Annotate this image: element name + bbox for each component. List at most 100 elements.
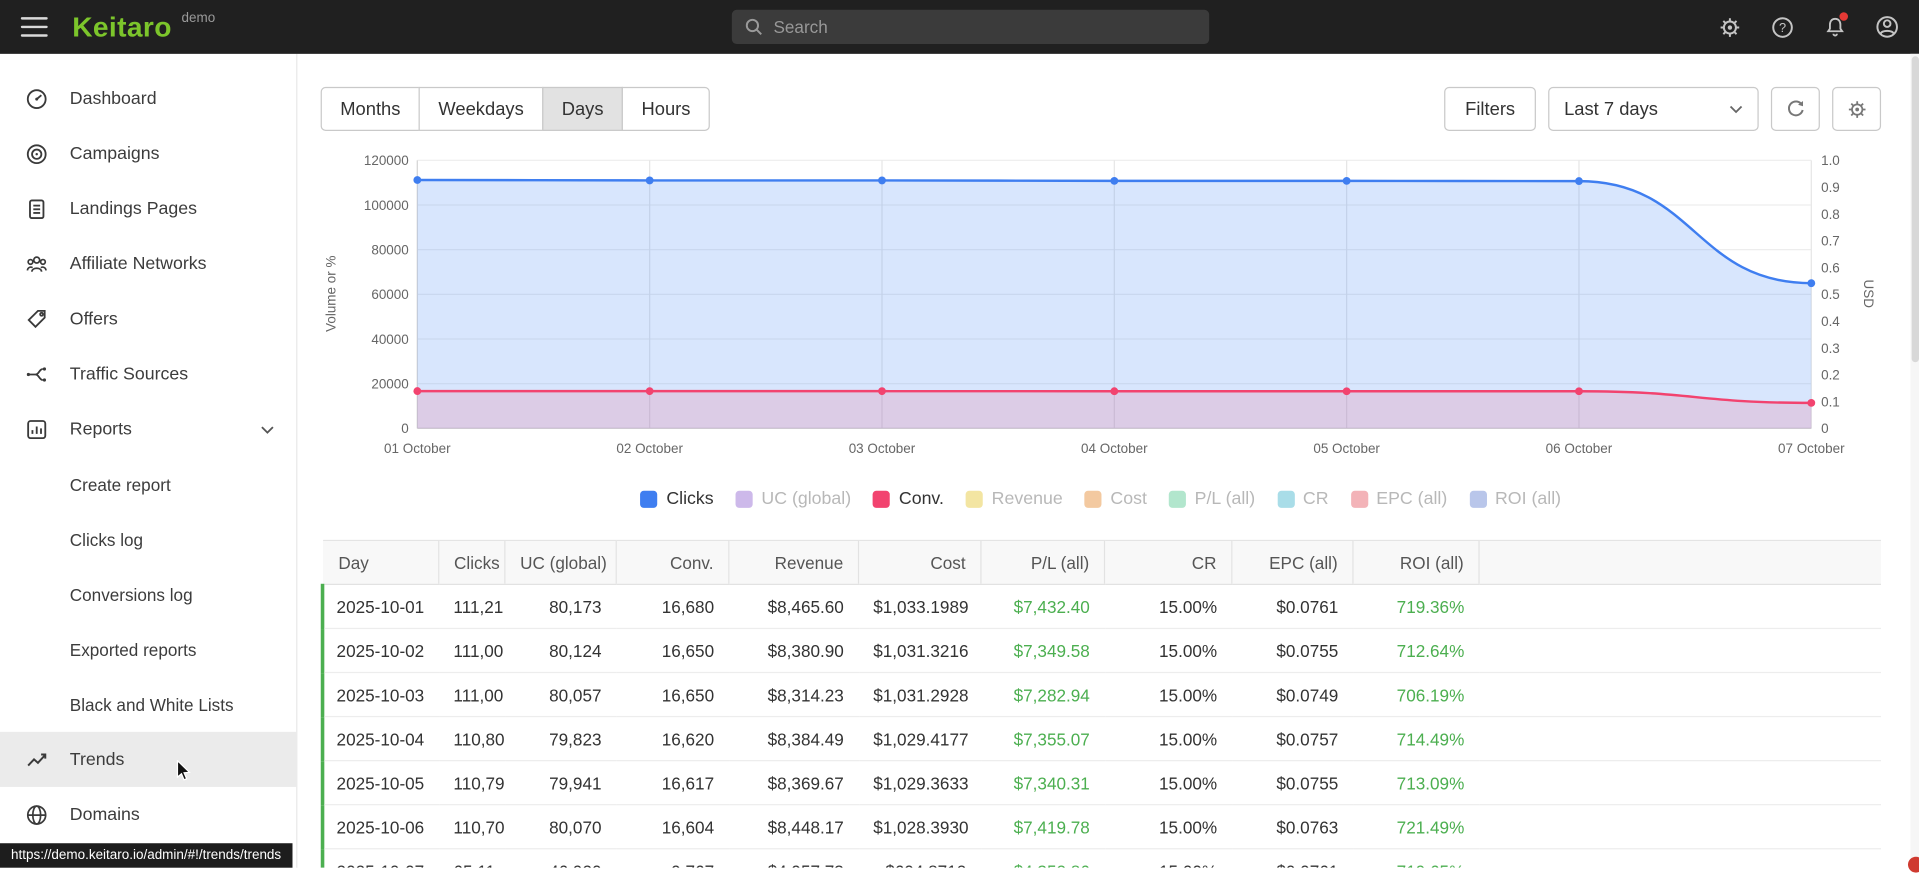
sidebar-item-label: Affiliate Networks [69, 253, 207, 274]
sidebar-item-label: Traffic Sources [69, 364, 189, 384]
legend-item-cr[interactable]: CR [1277, 490, 1329, 509]
sidebar-item-domains[interactable]: Domains [0, 787, 296, 842]
table-header-filler [1478, 539, 1882, 586]
table-cell: $1,031.2928 [858, 672, 981, 718]
settings-gear-icon[interactable] [1717, 15, 1741, 39]
sidebar-item-label: Reports [69, 419, 132, 439]
table-cell: 111,00 [438, 628, 505, 674]
table-header-p-l-all: P/L (all) [980, 539, 1105, 586]
table-row: 2025-10-05 110,79 79,941 16,617 $8,369.67 $1,… [320, 760, 1882, 806]
svg-text:06 October: 06 October [1546, 441, 1613, 456]
legend-label: Clicks [666, 489, 714, 510]
sidebar-item-campaigns[interactable]: Campaigns [0, 126, 296, 181]
search-box [731, 9, 1210, 45]
refresh-button[interactable] [1770, 86, 1820, 131]
table-cell: $7,340.31 [980, 760, 1105, 806]
sidebar-item-label: Trends [69, 749, 125, 770]
table-cell: 15.00% [1104, 628, 1232, 674]
table-cell: $8,384.49 [728, 716, 859, 762]
legend-item-uc-global[interactable]: UC (global) [735, 489, 852, 510]
chart-settings-button[interactable] [1832, 86, 1882, 131]
sidebar-item-clicks-log[interactable]: Clicks log [0, 512, 296, 567]
filters-button[interactable]: Filters [1444, 86, 1536, 131]
view-tabs: Months Weekdays Days Hours [320, 86, 711, 131]
table-cell: 2025-10-02 [320, 628, 439, 674]
sidebar-item-black-white-lists[interactable]: Black and White Lists [0, 677, 296, 732]
tab-hours[interactable]: Hours [621, 86, 711, 131]
table-cell: 15.00% [1104, 760, 1232, 806]
sidebar-item-exported-reports[interactable]: Exported reports [0, 622, 296, 677]
legend-label: ROI (all) [1494, 489, 1562, 510]
sidebar-item-conversions-log[interactable]: Conversions log [0, 567, 296, 622]
table-cell: 712.64% [1352, 628, 1480, 674]
table-cell: $7,355.07 [980, 716, 1105, 762]
scrollbar-track[interactable] [1910, 53, 1919, 868]
table-cell: $8,465.60 [728, 584, 859, 630]
table-cell: $8,448.17 [728, 804, 859, 850]
search-input[interactable] [731, 9, 1210, 45]
legend-swatch [965, 490, 984, 508]
table-cell: 2025-10-04 [320, 716, 439, 762]
env-badge: demo [181, 11, 216, 26]
legend-item-roi-all[interactable]: ROI (all) [1469, 489, 1562, 510]
table-cell-filler [1479, 716, 1882, 762]
svg-text:0.5: 0.5 [1821, 287, 1840, 302]
legend-swatch [735, 490, 753, 508]
table-cell: 110,79 [438, 760, 505, 806]
table-cell: $0.0749 [1231, 672, 1353, 718]
table-header-clicks: Clicks [438, 539, 505, 586]
legend-item-p-l-all[interactable]: P/L (all) [1168, 489, 1256, 510]
table-cell: 79,941 [504, 760, 617, 806]
sidebar-item-create-report[interactable]: Create report [0, 456, 296, 511]
legend-item-revenue[interactable]: Revenue [965, 490, 1063, 509]
legend-item-epc-all[interactable]: EPC (all) [1350, 490, 1447, 509]
account-avatar-icon[interactable] [1875, 15, 1899, 39]
chevron-down-icon [261, 419, 274, 439]
table-cell: 16,604 [616, 804, 729, 850]
svg-text:0.9: 0.9 [1821, 180, 1840, 195]
table-cell: $1,033.1989 [858, 584, 981, 630]
table-cell: $604.8712 [858, 848, 981, 868]
dashboard-icon [24, 86, 48, 110]
trends-table-wrap: Day Clicks UC (global) Conv. Revenue Cost P/L … [320, 539, 1882, 868]
sidebar-item-trends[interactable]: Trends [0, 731, 297, 787]
sidebar-item-landings[interactable]: Landings Pages [0, 181, 296, 236]
brand-logo: Keitaro [72, 10, 172, 43]
legend-item-cost[interactable]: Cost [1084, 490, 1147, 509]
sidebar-item-label: Campaigns [69, 143, 160, 164]
date-range-select[interactable]: Last 7 days [1548, 86, 1759, 131]
tab-months[interactable]: Months [320, 86, 421, 131]
table-cell: 2025-10-03 [320, 672, 439, 718]
sidebar-item-traffic-sources[interactable]: Traffic Sources [0, 346, 296, 401]
notifications-bell-icon[interactable] [1822, 12, 1849, 39]
table-cell: $4,352.86 [980, 848, 1105, 868]
table-cell: 16,617 [616, 760, 729, 806]
topbar: Keitaro demo ? [0, 0, 1919, 54]
table-row: 2025-10-04 110,80 79,823 16,620 $8,384.49 $1,… [320, 716, 1882, 762]
tab-weekdays[interactable]: Weekdays [418, 86, 544, 131]
table-cell: 46,920 [504, 848, 617, 868]
legend-label: UC (global) [761, 489, 852, 510]
table-cell: 79,823 [504, 716, 617, 762]
table-cell: $0.0761 [1231, 848, 1353, 868]
legend-label: Conv. [898, 489, 944, 510]
sidebar-item-dashboard[interactable]: Dashboard [0, 71, 296, 126]
sidebar-item-affiliate-networks[interactable]: Affiliate Networks [0, 236, 296, 291]
table-cell: 111,00 [438, 672, 505, 718]
legend-item-clicks[interactable]: Clicks [640, 489, 714, 510]
table-cell: 2025-10-05 [320, 760, 439, 806]
tab-days[interactable]: Days [542, 86, 624, 131]
table-cell: 15.00% [1104, 716, 1232, 762]
table-cell: 16,620 [616, 716, 729, 762]
svg-text:0.4: 0.4 [1821, 314, 1840, 329]
legend-label: P/L (all) [1194, 489, 1256, 510]
sidebar-item-reports[interactable]: Reports [0, 401, 296, 456]
hamburger-menu-icon[interactable] [20, 17, 48, 37]
affiliate-networks-icon [24, 252, 48, 276]
table-cell: 2025-10-01 [320, 584, 439, 630]
sidebar-item-offers[interactable]: Offers [0, 291, 296, 346]
scrollbar-thumb[interactable] [1911, 56, 1919, 363]
trends-icon [24, 747, 48, 771]
help-icon[interactable]: ? [1770, 15, 1794, 39]
legend-item-conv[interactable]: Conv. [873, 489, 944, 510]
